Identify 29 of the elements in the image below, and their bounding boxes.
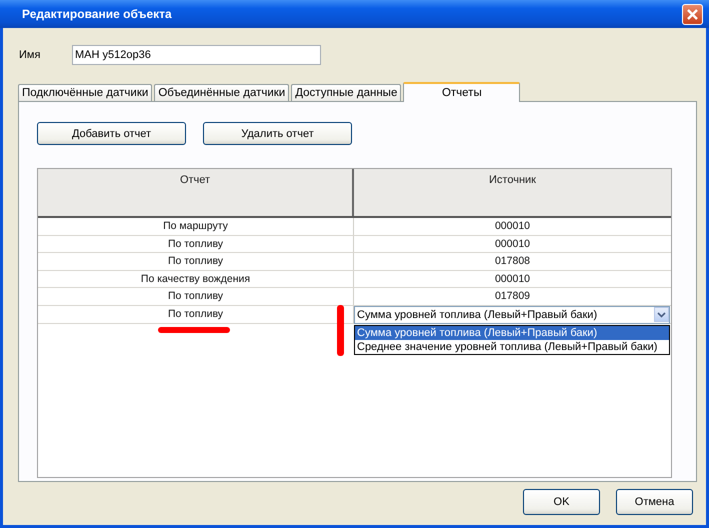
- source-dropdown[interactable]: Сумма уровней топлива (Левый+Правый баки): [354, 306, 670, 324]
- table-cell-text: 000010: [494, 272, 532, 287]
- dropdown-option[interactable]: Сумма уровней топлива (Левый+Правый баки): [355, 326, 669, 340]
- table-cell: По топливу: [38, 236, 354, 252]
- add-button[interactable]: Добавить отчет: [37, 122, 186, 145]
- table-cell: По маршруту: [38, 218, 354, 235]
- tab[interactable]: Объединённые датчики: [154, 84, 290, 101]
- close-icon[interactable]: [682, 4, 703, 24]
- tab[interactable]: Отчеты: [403, 82, 520, 102]
- ok-button[interactable]: OK: [523, 489, 600, 515]
- table-cell: По топливу: [38, 253, 354, 270]
- column-header[interactable]: Отчет: [38, 169, 354, 216]
- table-cell-text: 000010: [494, 219, 532, 234]
- column-header[interactable]: Источник: [354, 169, 671, 216]
- tab[interactable]: Подключённые датчики: [18, 84, 152, 101]
- emphasis-bar-mark: [337, 305, 344, 356]
- tab[interactable]: Доступные данные: [291, 84, 402, 101]
- field-label: Имя: [18, 49, 42, 61]
- window-title: Редактирование объекта: [22, 7, 173, 21]
- table-cell-text: 000010: [494, 236, 532, 252]
- table-cell-text: 017808: [494, 254, 532, 270]
- name-field[interactable]: МАН у512ор36: [72, 45, 321, 65]
- table-cell: По качеству вождения: [38, 270, 354, 288]
- underline-mark: [158, 327, 230, 333]
- dropdown-option[interactable]: Среднее значение уровней топлива (Левый+Правый баки): [355, 340, 669, 354]
- table-cell: По топливу: [38, 288, 354, 305]
- table-cell-text: 017809: [494, 289, 532, 304]
- delete-button[interactable]: Удалить отчет: [203, 122, 352, 145]
- cancel-button[interactable]: Отмена: [616, 489, 693, 515]
